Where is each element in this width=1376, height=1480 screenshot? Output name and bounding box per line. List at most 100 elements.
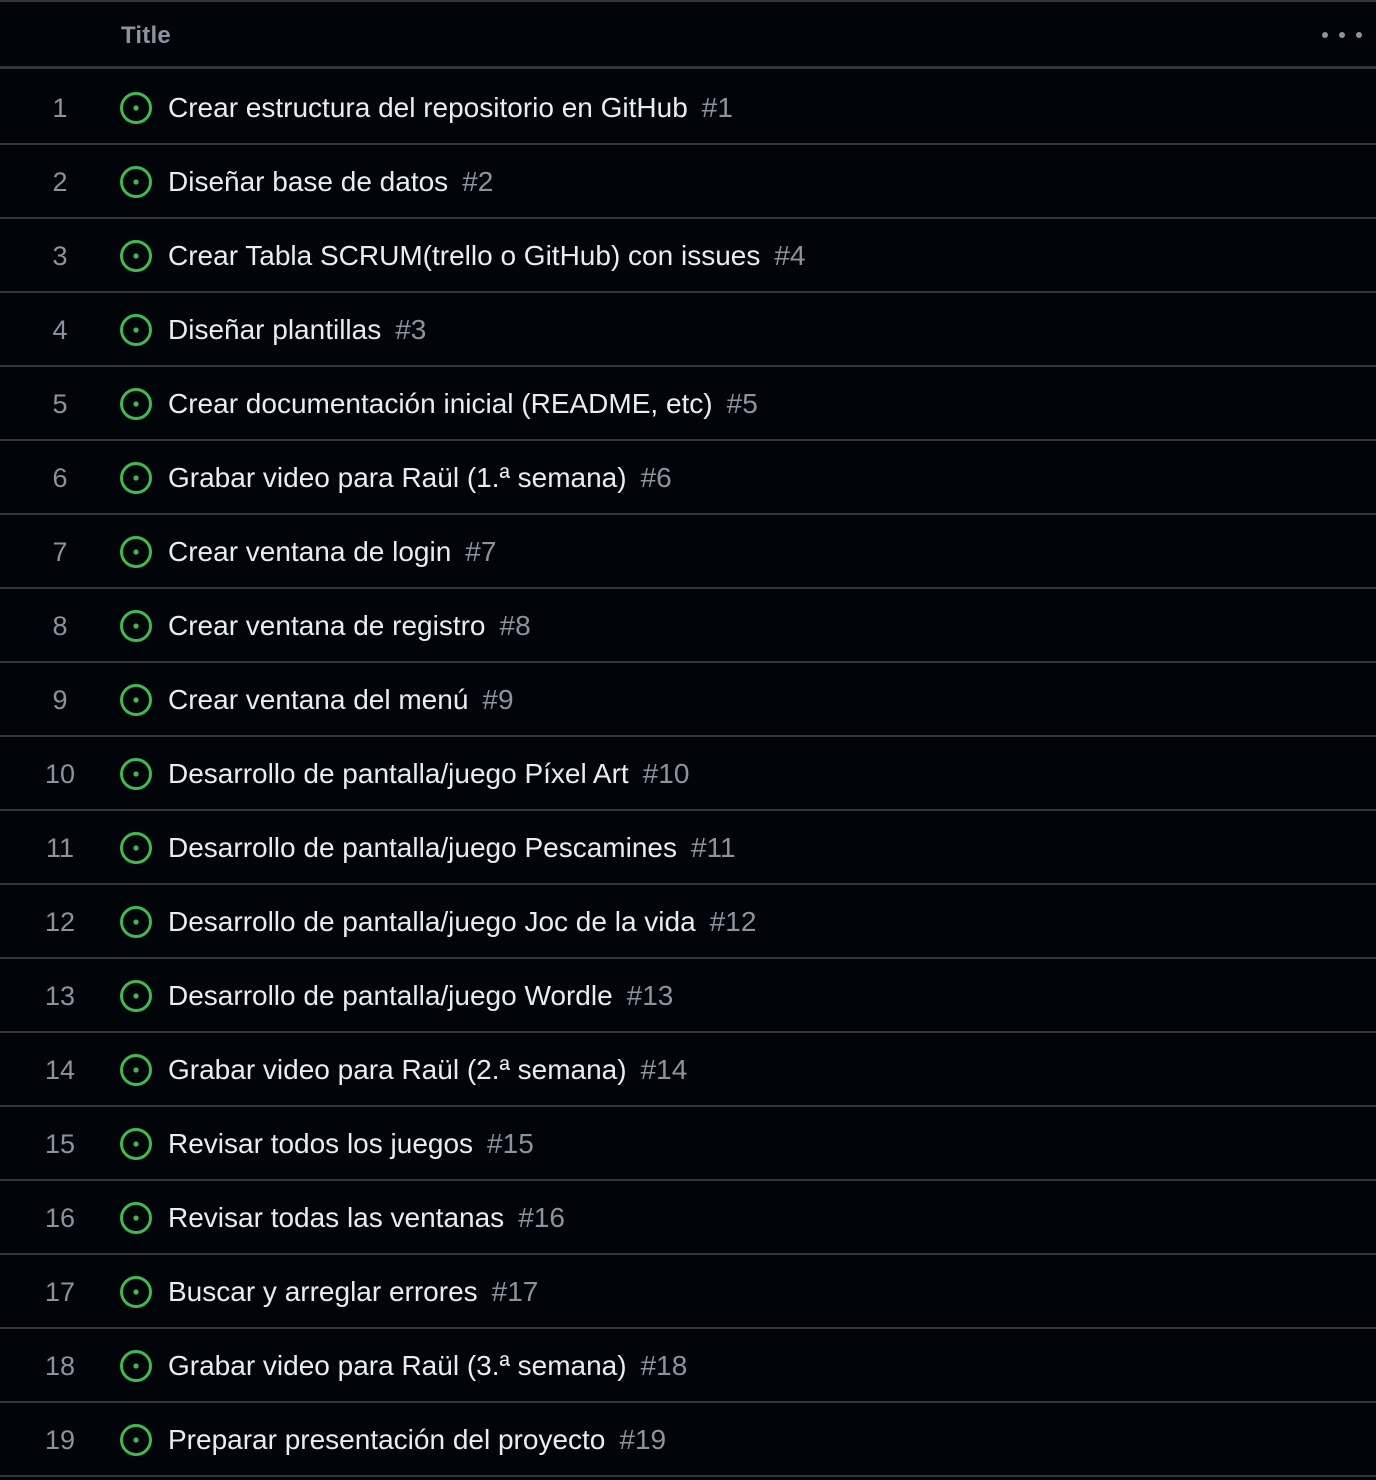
- table-row[interactable]: 11 Desarrollo de pantalla/juego Pescamine…: [0, 811, 1376, 885]
- row-index: 19: [0, 1403, 120, 1475]
- row-index-number: 6: [52, 463, 68, 493]
- issue-title-link[interactable]: Desarrollo de pantalla/juego Wordle: [168, 980, 613, 1011]
- menu-dot: [1339, 32, 1345, 38]
- issue-title-link[interactable]: Crear estructura del repositorio en GitH…: [168, 92, 688, 123]
- row-title-cell: Diseñar base de datos #2: [168, 145, 493, 217]
- issue-number: #2: [462, 166, 494, 197]
- row-title-cell: Preparar presentación del proyecto #19: [168, 1403, 666, 1475]
- row-index: 16: [0, 1181, 120, 1253]
- table-row[interactable]: 5 Crear documentación inicial (README, et…: [0, 367, 1376, 441]
- table-row[interactable]: 10 Desarrollo de pantalla/juego Píxel Art…: [0, 737, 1376, 811]
- table-row[interactable]: 17 Buscar y arreglar errores #17: [0, 1255, 1376, 1329]
- row-index-number: 7: [52, 537, 68, 567]
- table-row[interactable]: 4 Diseñar plantillas #3: [0, 293, 1376, 367]
- issue-opened-icon: [120, 1276, 152, 1308]
- row-title-cell: Revisar todos los juegos #15: [168, 1107, 534, 1179]
- table-row[interactable]: 12 Desarrollo de pantalla/juego Joc de la…: [0, 885, 1376, 959]
- column-options-menu-icon[interactable]: [1322, 20, 1362, 50]
- issue-opened-icon: [120, 610, 152, 642]
- issue-title-link[interactable]: Grabar video para Raül (2.ª semana): [168, 1054, 627, 1085]
- row-index: 18: [0, 1329, 120, 1401]
- issue-opened-icon: [120, 1054, 152, 1086]
- row-title-cell: Buscar y arreglar errores #17: [168, 1255, 538, 1327]
- row-index: 9: [0, 663, 120, 735]
- issue-title-link[interactable]: Preparar presentación del proyecto: [168, 1424, 605, 1455]
- row-index: 2: [0, 145, 120, 217]
- column-header-title[interactable]: Title: [121, 22, 171, 50]
- row-index-number: 2: [52, 167, 68, 197]
- issue-title-link[interactable]: Crear ventana de login: [168, 536, 451, 567]
- row-index: 6: [0, 441, 120, 513]
- issue-number: #15: [487, 1128, 534, 1159]
- menu-dot: [1356, 32, 1362, 38]
- table-row[interactable]: 19 Preparar presentación del proyecto #19: [0, 1403, 1376, 1477]
- row-index: 5: [0, 367, 120, 439]
- issue-title-link[interactable]: Desarrollo de pantalla/juego Píxel Art: [168, 758, 629, 789]
- table-header: Title: [0, 2, 1376, 69]
- issue-title-link[interactable]: Desarrollo de pantalla/juego Pescamines: [168, 832, 677, 863]
- row-index-number: 1: [52, 93, 68, 123]
- table-row[interactable]: 1 Crear estructura del repositorio en Git…: [0, 71, 1376, 145]
- row-index: 15: [0, 1107, 120, 1179]
- table-row[interactable]: 16 Revisar todas las ventanas #16: [0, 1181, 1376, 1255]
- table-row[interactable]: 9 Crear ventana del menú #9: [0, 663, 1376, 737]
- table-row[interactable]: 18 Grabar video para Raül (3.ª semana) #18: [0, 1329, 1376, 1403]
- issue-title-link[interactable]: Diseñar base de datos: [168, 166, 448, 197]
- issue-title-link[interactable]: Buscar y arreglar errores: [168, 1276, 478, 1307]
- menu-dot: [1322, 32, 1328, 38]
- table-row[interactable]: 15 Revisar todos los juegos #15: [0, 1107, 1376, 1181]
- issue-title-link[interactable]: Revisar todos los juegos: [168, 1128, 473, 1159]
- row-title-cell: Crear estructura del repositorio en GitH…: [168, 71, 733, 143]
- row-index: 1: [0, 71, 120, 143]
- row-index-number: 12: [44, 907, 76, 937]
- table-row[interactable]: 13 Desarrollo de pantalla/juego Wordle #13: [0, 959, 1376, 1033]
- table-row[interactable]: 7 Crear ventana de login #7: [0, 515, 1376, 589]
- issue-opened-icon: [120, 240, 152, 272]
- row-index-number: 19: [44, 1425, 76, 1455]
- issue-number: #16: [518, 1202, 565, 1233]
- issue-title-link[interactable]: Diseñar plantillas: [168, 314, 381, 345]
- table-row[interactable]: 2 Diseñar base de datos #2: [0, 145, 1376, 219]
- row-title-cell: Crear documentación inicial (README, etc…: [168, 367, 758, 439]
- issue-title-link[interactable]: Crear documentación inicial (README, etc…: [168, 388, 713, 419]
- issue-number: #19: [619, 1424, 667, 1455]
- row-index-number: 4: [52, 315, 68, 345]
- table-row[interactable]: 14 Grabar video para Raül (2.ª semana) #14: [0, 1033, 1376, 1107]
- issue-title-link[interactable]: Crear Tabla SCRUM(trello o GitHub) con i…: [168, 240, 760, 271]
- issue-title-link[interactable]: Revisar todas las ventanas: [168, 1202, 504, 1233]
- issue-number: #13: [626, 980, 674, 1011]
- row-index: 8: [0, 589, 120, 661]
- issue-number: #18: [640, 1350, 688, 1381]
- issue-number: #9: [482, 684, 514, 715]
- issue-title-link[interactable]: Desarrollo de pantalla/juego Joc de la v…: [168, 906, 696, 937]
- issue-opened-icon: [120, 1128, 152, 1160]
- issue-opened-icon: [120, 314, 152, 346]
- issue-title-link[interactable]: Crear ventana de registro: [168, 610, 486, 641]
- table-row[interactable]: 3 Crear Tabla SCRUM(trello o GitHub) con …: [0, 219, 1376, 293]
- row-index: 12: [0, 885, 120, 957]
- row-index: 11: [0, 811, 120, 883]
- row-index-number: 17: [44, 1277, 76, 1307]
- row-title-cell: Grabar video para Raül (3.ª semana) #18: [168, 1329, 687, 1401]
- row-title-cell: Revisar todas las ventanas #16: [168, 1181, 565, 1253]
- issues-table: Title 1 Crear estructura del repositorio …: [0, 0, 1376, 1480]
- issue-opened-icon: [120, 1350, 152, 1382]
- table-row[interactable]: 8 Crear ventana de registro #8: [0, 589, 1376, 663]
- issue-number: #3: [395, 314, 427, 345]
- row-index-number: 11: [45, 833, 75, 863]
- issue-title-link[interactable]: Grabar video para Raül (3.ª semana): [168, 1350, 627, 1381]
- row-index-number: 16: [44, 1203, 76, 1233]
- issue-number: #17: [491, 1276, 539, 1307]
- issue-title-link[interactable]: Grabar video para Raül (1.ª semana): [168, 462, 627, 493]
- row-title-cell: Diseñar plantillas #3: [168, 293, 426, 365]
- issue-title-link[interactable]: Crear ventana del menú: [168, 684, 468, 715]
- row-index-number: 9: [52, 685, 68, 715]
- issue-opened-icon: [120, 462, 152, 494]
- issue-opened-icon: [120, 536, 152, 568]
- table-row[interactable]: 6 Grabar video para Raül (1.ª semana) #6: [0, 441, 1376, 515]
- row-index-number: 3: [52, 241, 68, 271]
- table-body: 1 Crear estructura del repositorio en Git…: [0, 71, 1376, 1477]
- issue-opened-icon: [120, 166, 152, 198]
- row-index: 7: [0, 515, 120, 587]
- row-title-cell: Desarrollo de pantalla/juego Píxel Art #1…: [168, 737, 689, 809]
